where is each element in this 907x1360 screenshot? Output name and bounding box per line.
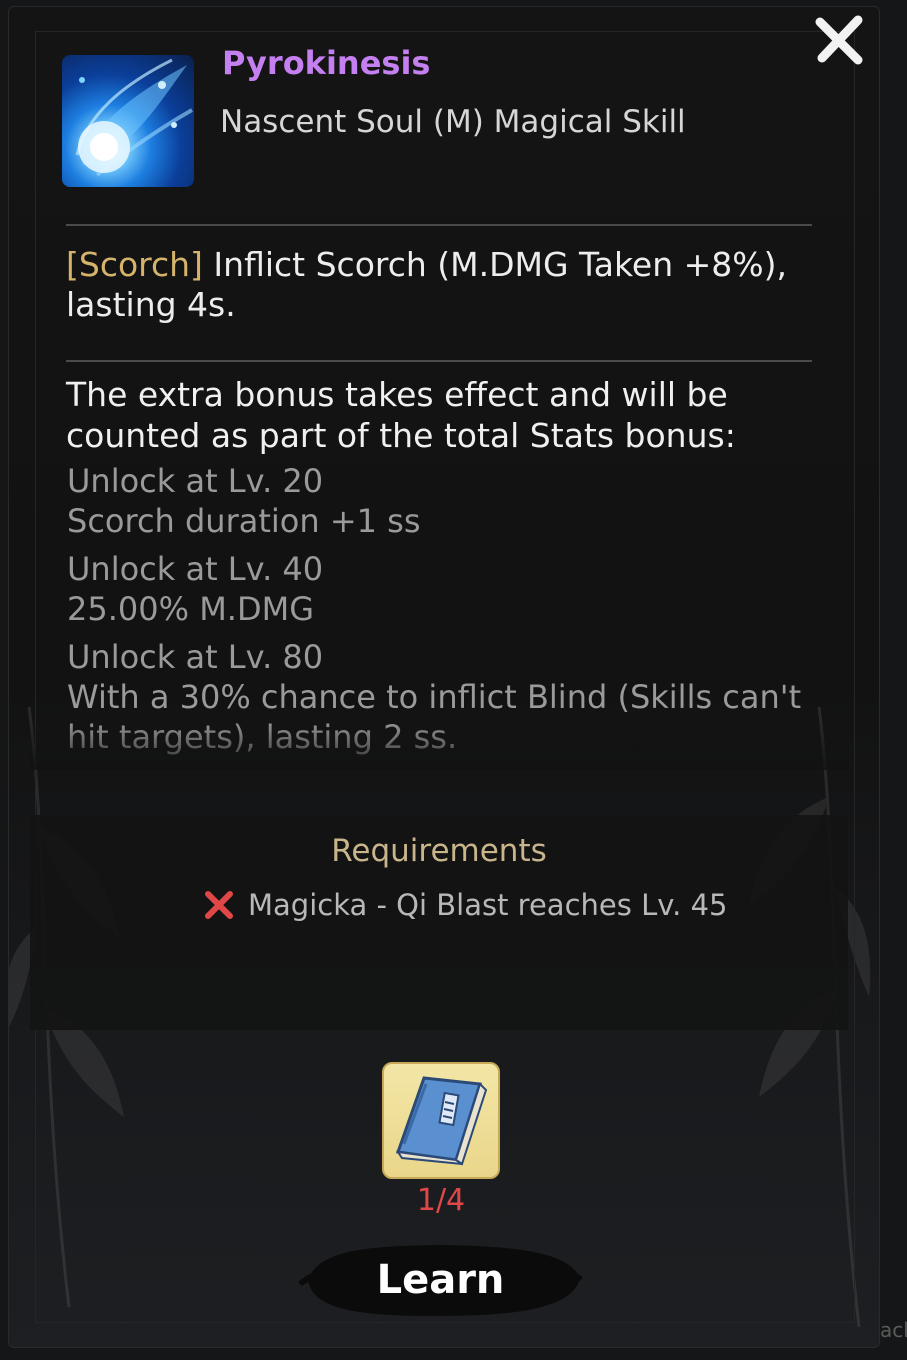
unlock-effect: 25.00% M.DMG (67, 590, 315, 628)
requirements-box: Requirements Magicka - Qi Blast reaches … (30, 815, 848, 1030)
skill-type: Nascent Soul (M) Magical Skill (220, 104, 686, 140)
close-icon (815, 15, 863, 65)
learn-button[interactable]: Learn (298, 1240, 583, 1320)
list-item: Unlock at Lv. 40 25.00% M.DMG (67, 549, 807, 629)
requirement-unmet-icon (205, 891, 233, 919)
unlock-effect: Scorch duration +1 ss (67, 502, 421, 540)
list-item: Unlock at Lv. 80 With a 30% chance to in… (67, 637, 807, 757)
requirements-title: Requirements (331, 833, 547, 869)
blue-fireball-icon (62, 55, 194, 187)
list-item: Unlock at Lv. 20 Scorch duration +1 ss (67, 461, 807, 541)
requirement-text: Magicka - Qi Blast reaches Lv. 45 (248, 888, 728, 922)
unlock-level: Unlock at Lv. 20 (67, 462, 324, 500)
skill-book-item[interactable] (382, 1062, 500, 1179)
skill-description: [Scorch] Inflict Scorch (M.DMG Taken +8%… (66, 245, 806, 325)
unlock-effect: With a 30% chance to inflict Blind (Skil… (67, 678, 802, 756)
divider-top (66, 224, 812, 226)
skill-book-icon (395, 1076, 488, 1166)
unlock-level: Unlock at Lv. 40 (67, 550, 324, 588)
unlock-list: Unlock at Lv. 20 Scorch duration +1 ss U… (67, 461, 807, 765)
learn-button-label: Learn (376, 1257, 505, 1303)
item-count: 1/4 (416, 1183, 466, 1218)
scorch-tag: [Scorch] (66, 245, 203, 284)
screen: Pyrokinesis Nascent Soul (M) Magical Ski… (0, 0, 907, 1360)
divider-middle (66, 360, 812, 362)
bonus-title: The extra bonus takes effect and will be… (66, 375, 736, 455)
unlock-level: Unlock at Lv. 80 (67, 638, 324, 676)
skill-name: Pyrokinesis (222, 44, 431, 82)
close-button[interactable] (812, 12, 868, 68)
background-edge-text: ack (880, 1318, 907, 1342)
requirement-row: Magicka - Qi Blast reaches Lv. 45 (202, 885, 727, 925)
